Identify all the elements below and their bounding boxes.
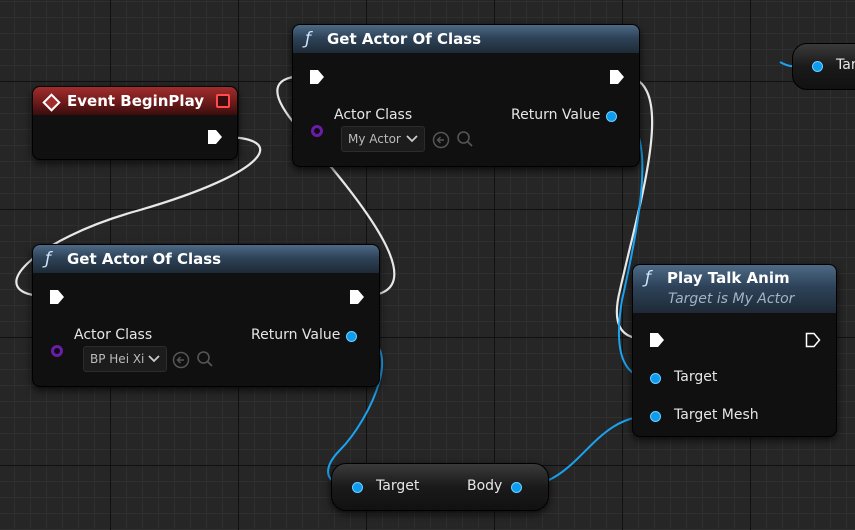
play-talk-anim-node[interactable]: ƒ Play Talk Anim Target is My Actor Targ…	[632, 264, 837, 437]
partial-node-right[interactable]: Tar	[792, 43, 855, 90]
get-actor-of-class-node-left[interactable]: ƒ Get Actor Of Class Actor Class BP Hei …	[32, 244, 380, 387]
exec-out-pin[interactable]	[207, 129, 223, 145]
actor-class-value: My Actor	[348, 132, 401, 146]
get-actor-top-title: Get Actor Of Class	[327, 30, 482, 48]
chevron-down-icon	[406, 135, 418, 143]
event-beginplay-node[interactable]: Event BeginPlay	[32, 86, 238, 160]
get-actor-of-class-node-top[interactable]: ƒ Get Actor Of Class Actor Class My Acto…	[292, 24, 640, 167]
target-pin[interactable]	[352, 482, 363, 493]
actor-class-label: Actor Class	[334, 107, 413, 123]
target-label: Target	[376, 478, 420, 494]
actor-class-label: Actor Class	[74, 327, 153, 343]
stop-icon	[216, 94, 230, 108]
body-pin[interactable]	[511, 482, 522, 493]
target-mesh-pin[interactable]	[650, 411, 661, 422]
play-talk-anim-header[interactable]: ƒ Play Talk Anim Target is My Actor	[633, 265, 836, 313]
return-value-pin[interactable]	[606, 111, 617, 122]
target-mesh-label: Target Mesh	[674, 407, 759, 423]
exec-in-pin[interactable]	[309, 69, 325, 85]
target-pin[interactable]	[650, 373, 661, 384]
actor-class-dropdown[interactable]: My Actor	[341, 126, 425, 152]
magnifier-icon[interactable]	[196, 350, 214, 368]
body-label: Body	[467, 478, 503, 494]
body-getter-node[interactable]: Target Body	[331, 463, 549, 511]
function-icon: ƒ	[305, 29, 311, 49]
exec-out-pin[interactable]	[609, 69, 625, 85]
target-label: Target	[674, 369, 718, 385]
return-value-pin[interactable]	[346, 331, 357, 342]
get-actor-left-title: Get Actor Of Class	[67, 250, 222, 268]
return-value-label: Return Value	[251, 327, 341, 343]
actor-class-pin[interactable]	[311, 125, 323, 137]
exec-out-pin[interactable]	[349, 289, 365, 305]
use-selected-arrow-icon[interactable]	[172, 351, 190, 369]
function-icon: ƒ	[45, 249, 51, 269]
function-icon: ƒ	[645, 268, 651, 288]
target-pin[interactable]	[812, 61, 823, 72]
event-beginplay-header[interactable]: Event BeginPlay	[33, 87, 237, 115]
event-diamond-icon	[42, 93, 61, 112]
magnifier-icon[interactable]	[456, 130, 474, 148]
chevron-down-icon	[148, 355, 160, 363]
return-value-label: Return Value	[511, 107, 601, 123]
exec-in-pin[interactable]	[649, 332, 665, 348]
actor-class-dropdown[interactable]: BP Hei Xi	[83, 346, 167, 372]
actor-class-pin[interactable]	[51, 345, 63, 357]
partial-target-label: Tar	[836, 57, 855, 73]
get-actor-top-header[interactable]: ƒ Get Actor Of Class	[293, 25, 639, 53]
exec-out-pin-unconnected[interactable]	[805, 332, 821, 348]
get-actor-left-header[interactable]: ƒ Get Actor Of Class	[33, 245, 379, 273]
play-talk-anim-title: Play Talk Anim	[667, 269, 790, 287]
play-talk-anim-subtitle: Target is My Actor	[668, 291, 795, 307]
use-selected-arrow-icon[interactable]	[432, 131, 450, 149]
exec-in-pin[interactable]	[49, 289, 65, 305]
actor-class-value: BP Hei Xi	[90, 352, 145, 366]
event-beginplay-title: Event BeginPlay	[67, 92, 205, 110]
